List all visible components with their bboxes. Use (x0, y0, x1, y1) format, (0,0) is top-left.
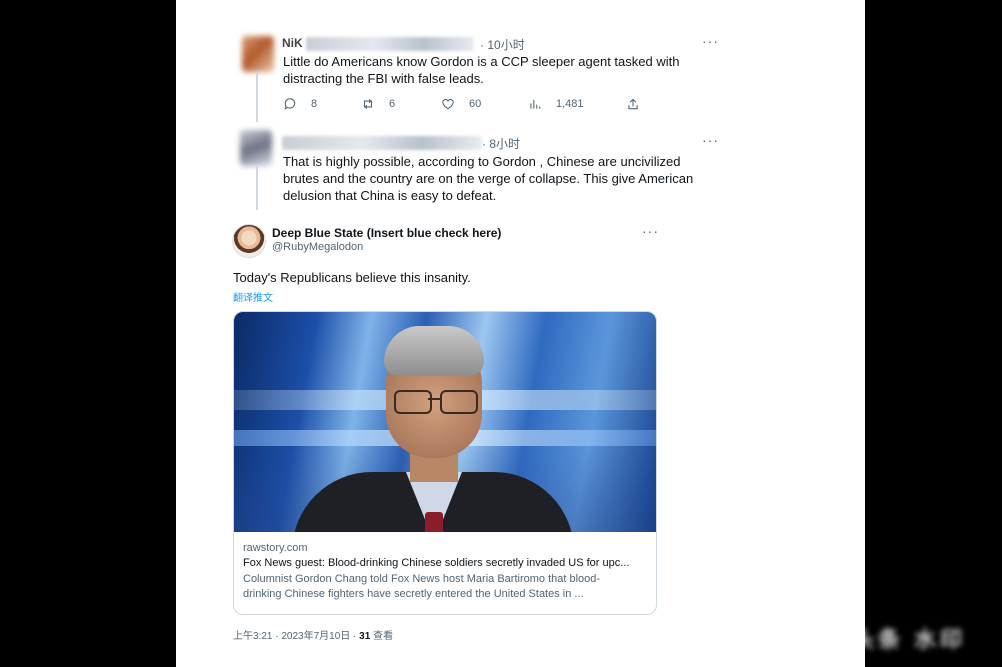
reply2-text-line: That is highly possible, according to Go… (283, 154, 681, 169)
reply1-time-text: 10小时 (487, 38, 525, 52)
thread-line (256, 166, 258, 210)
translate-link[interactable]: 翻译推文 (233, 289, 273, 304)
glasses-bridge (428, 398, 440, 400)
card-description-line: drinking Chinese fighters have secretly … (243, 588, 584, 600)
views-action[interactable]: 1,481 (528, 97, 584, 111)
card-image[interactable] (234, 312, 656, 532)
card-description-line: Columnist Gordon Chang told Fox News hos… (243, 573, 601, 585)
glasses-icon (440, 390, 478, 414)
thread-line (256, 72, 258, 122)
reply2-time-text: 8小时 (489, 137, 521, 151)
reply2-text: That is highly possible, according to Go… (283, 153, 693, 204)
tweet-footer: 上午3:21 · 2023年7月10日 · 31 查看 (233, 627, 393, 642)
profile-avatar[interactable] (232, 224, 266, 258)
glasses-icon (394, 390, 432, 414)
more-icon[interactable]: ··· (702, 33, 719, 49)
more-icon[interactable]: ··· (702, 132, 719, 148)
reply1-text-line: Little do Americans know Gordon is a CCP… (283, 54, 680, 69)
reply1-text-line: distracting the FBI with false leads. (283, 71, 484, 86)
reply2-text-line: delusion that China is easy to defeat. (283, 188, 497, 203)
card-description: Columnist Gordon Chang told Fox News hos… (243, 572, 647, 602)
tweet-views-label: 查看 (370, 631, 394, 642)
display-name[interactable]: Deep Blue State (Insert blue check here) (272, 226, 501, 240)
person-tie (425, 512, 443, 532)
card-body: rawstory.com Fox News guest: Blood-drink… (234, 532, 656, 612)
reply1-avatar[interactable] (242, 36, 274, 72)
user-handle[interactable]: @RubyMegalodon (272, 241, 363, 253)
reply-count: 8 (311, 98, 318, 110)
card-domain: rawstory.com (243, 542, 308, 554)
views-icon (530, 99, 541, 109)
like-action[interactable]: 60 (441, 97, 481, 111)
person-hair (384, 326, 484, 376)
tweet-timestamp[interactable]: 上午3:21 · 2023年7月10日 · (233, 631, 359, 642)
retweet-count: 6 (389, 98, 396, 110)
reply2-avatar[interactable] (240, 130, 272, 166)
reply2-time[interactable]: · 8小时 (482, 135, 520, 152)
like-count: 60 (469, 98, 482, 110)
reply-action[interactable]: 8 (283, 97, 317, 111)
tweet-views-count: 31 (359, 631, 371, 642)
views-count: 1,481 (556, 98, 584, 110)
watermark-logo: 头条 水印 (852, 627, 967, 652)
share-action[interactable] (626, 97, 640, 111)
card-title: Fox News guest: Blood-drinking Chinese s… (243, 557, 630, 569)
reply-icon (284, 98, 296, 110)
reply2-text-line: brutes and the country are on the verge … (283, 171, 694, 186)
like-icon (442, 99, 454, 110)
reply1-time[interactable]: · 10小时 (480, 36, 525, 53)
more-icon[interactable]: ··· (642, 223, 659, 239)
retweet-action[interactable]: 6 (361, 97, 395, 111)
tweet-screenshot-panel: NiK · 10小时 ··· Little do Americans know … (176, 0, 865, 667)
reply2-name-blurred (282, 136, 482, 150)
reply1-text: Little do Americans know Gordon is a CCP… (283, 53, 679, 87)
reply1-name-blurred (306, 37, 474, 51)
retweet-icon (363, 98, 373, 110)
share-icon (628, 98, 638, 110)
link-card[interactable]: rawstory.com Fox News guest: Blood-drink… (233, 311, 657, 615)
tweet-text: Today's Republicans believe this insanit… (233, 270, 471, 285)
reply1-name-visible[interactable]: NiK (282, 36, 303, 50)
